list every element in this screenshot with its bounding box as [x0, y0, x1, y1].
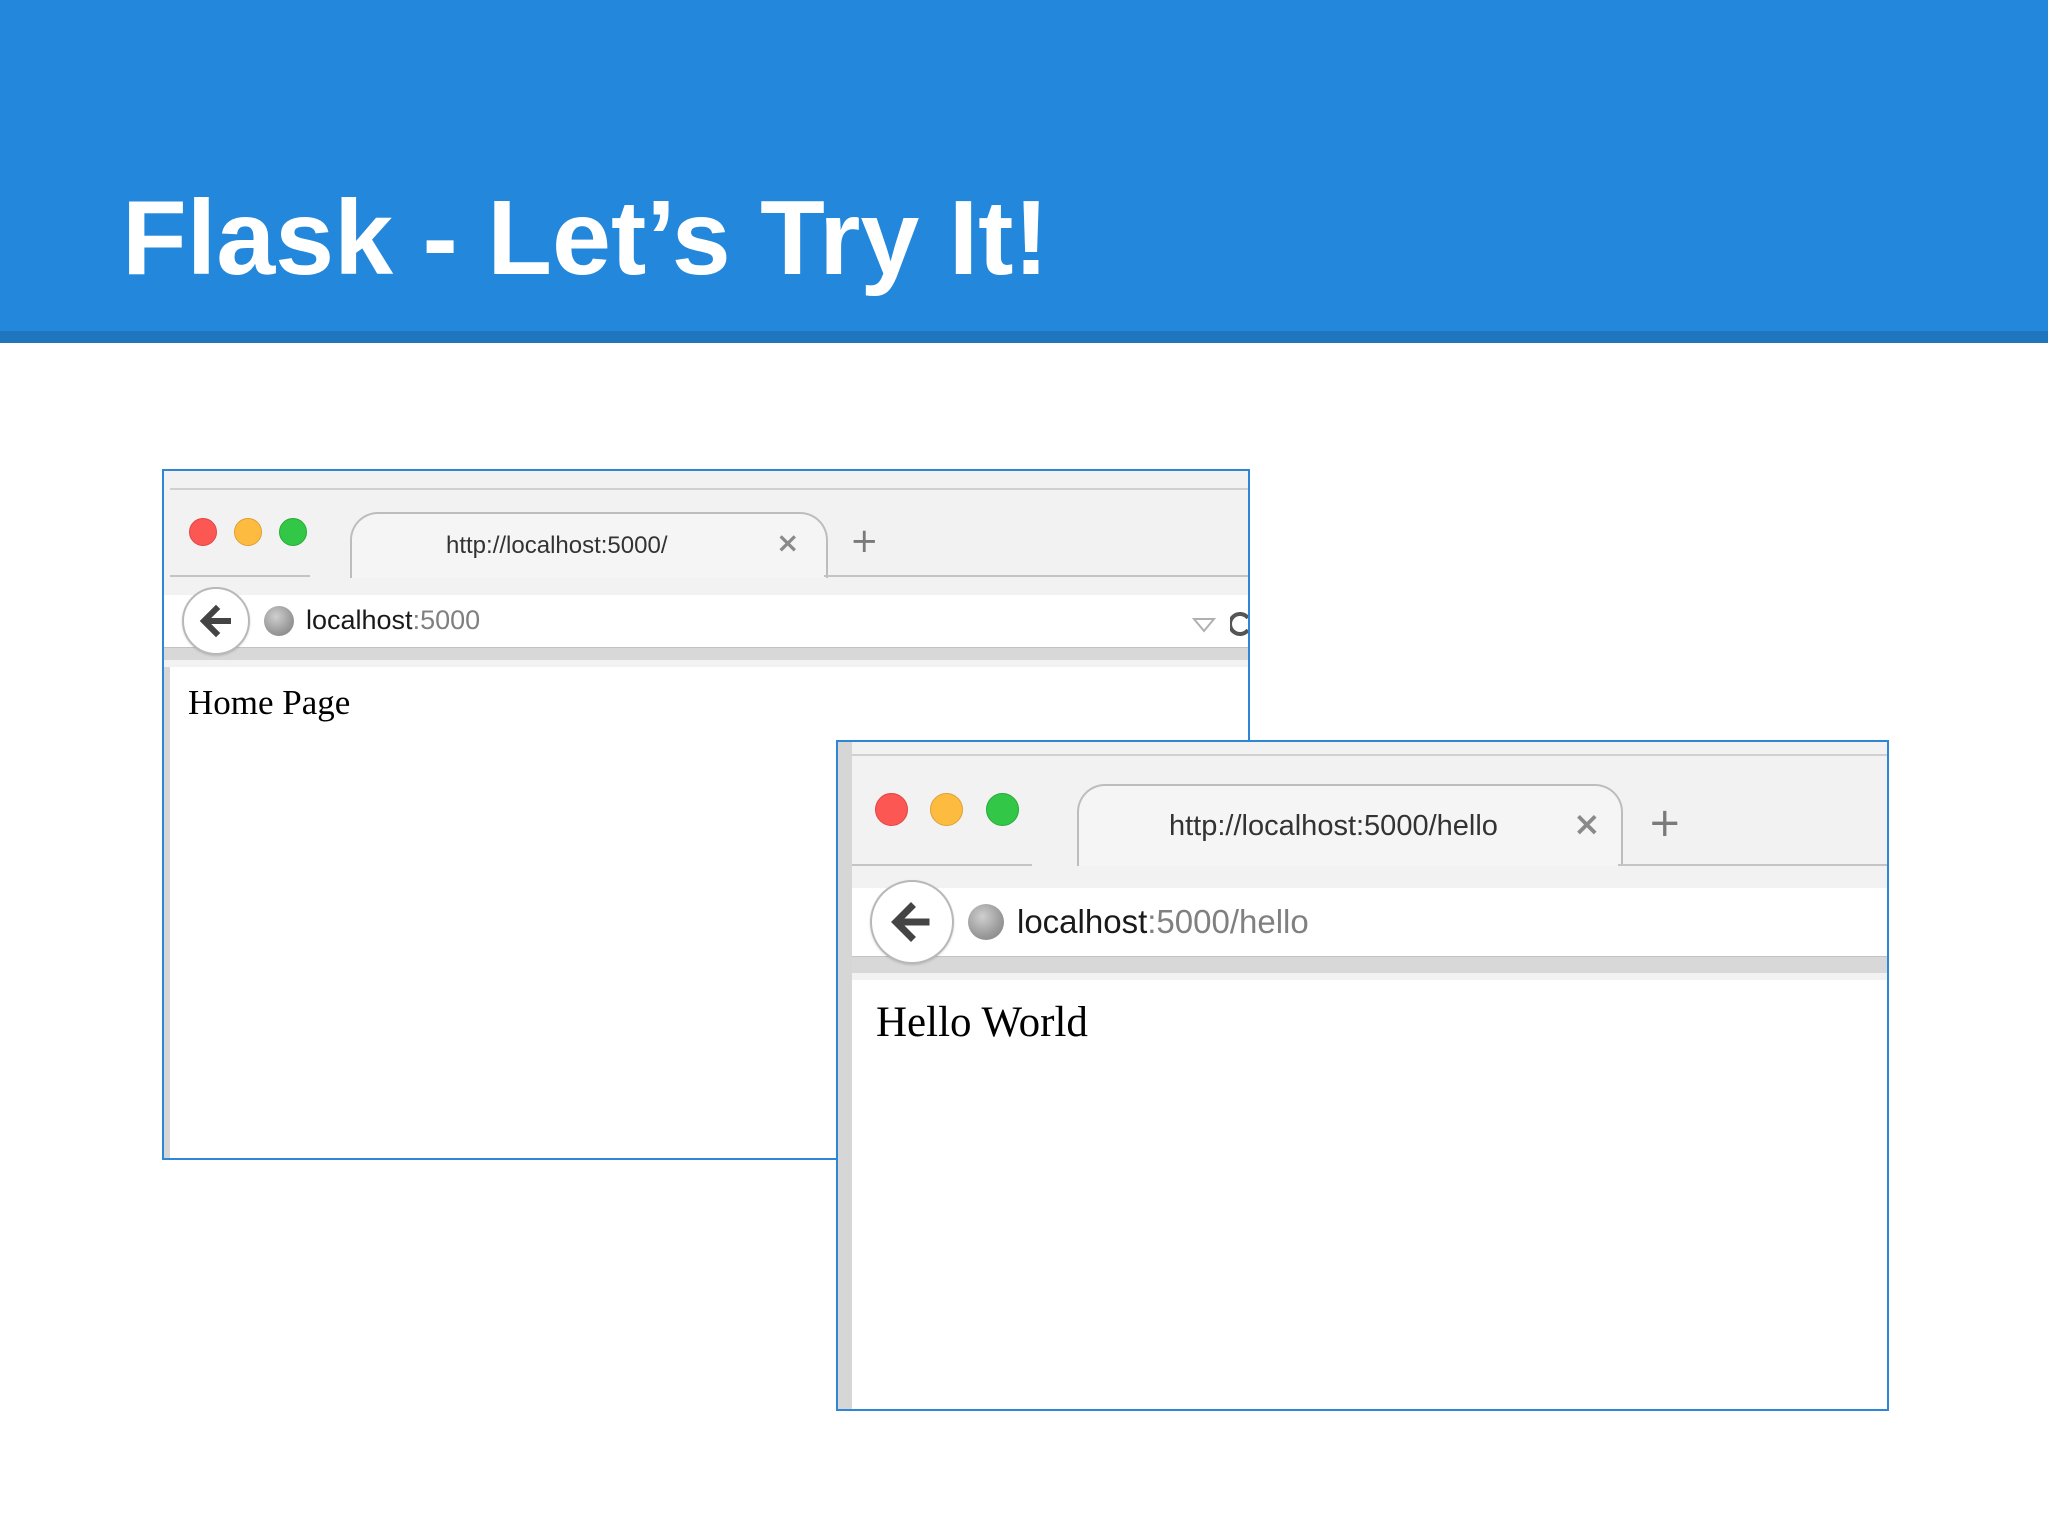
- back-button[interactable]: [870, 880, 954, 964]
- page-content: Hello World: [876, 999, 1088, 1046]
- globe-icon: [968, 904, 1004, 940]
- tab-hello[interactable]: http://localhost:5000/hello ×: [1077, 784, 1623, 866]
- maximize-window-button[interactable]: [279, 518, 307, 546]
- address-bar[interactable]: localhost:5000/hello: [1017, 903, 1309, 941]
- navigation-bar: [852, 888, 1887, 956]
- tab-home[interactable]: http://localhost:5000/ ×: [350, 512, 828, 578]
- tab-title: http://localhost:5000/hello: [1169, 810, 1498, 842]
- browser-chrome: http://localhost:5000/ × + localhost:500…: [164, 471, 1248, 667]
- close-icon[interactable]: ×: [776, 526, 799, 559]
- reload-icon[interactable]: [1230, 609, 1250, 639]
- globe-icon: [264, 606, 294, 636]
- tab-title: http://localhost:5000/: [446, 532, 668, 559]
- dropdown-icon[interactable]: [1192, 617, 1216, 633]
- header-rule: [0, 331, 2048, 343]
- back-arrow-icon: [891, 902, 930, 942]
- address-bar[interactable]: localhost:5000: [306, 605, 480, 636]
- plus-icon[interactable]: +: [1648, 800, 1682, 846]
- browser-chrome: http://localhost:5000/hello × + localhos…: [852, 742, 1887, 980]
- slide: Flask - Let’s Try It! http://localhost:5…: [0, 0, 2048, 1536]
- close-window-button[interactable]: [189, 518, 217, 546]
- slide-title: Flask - Let’s Try It!: [122, 179, 1049, 297]
- close-icon[interactable]: ×: [1573, 804, 1601, 843]
- maximize-window-button[interactable]: [986, 793, 1019, 826]
- back-arrow-icon: [199, 604, 231, 638]
- page-content: Home Page: [188, 683, 351, 722]
- minimize-window-button[interactable]: [234, 518, 262, 546]
- close-window-button[interactable]: [875, 793, 908, 826]
- browser-window-hello: http://localhost:5000/hello × + localhos…: [836, 740, 1889, 1411]
- plus-icon[interactable]: +: [850, 521, 879, 561]
- back-button[interactable]: [182, 587, 250, 655]
- minimize-window-button[interactable]: [930, 793, 963, 826]
